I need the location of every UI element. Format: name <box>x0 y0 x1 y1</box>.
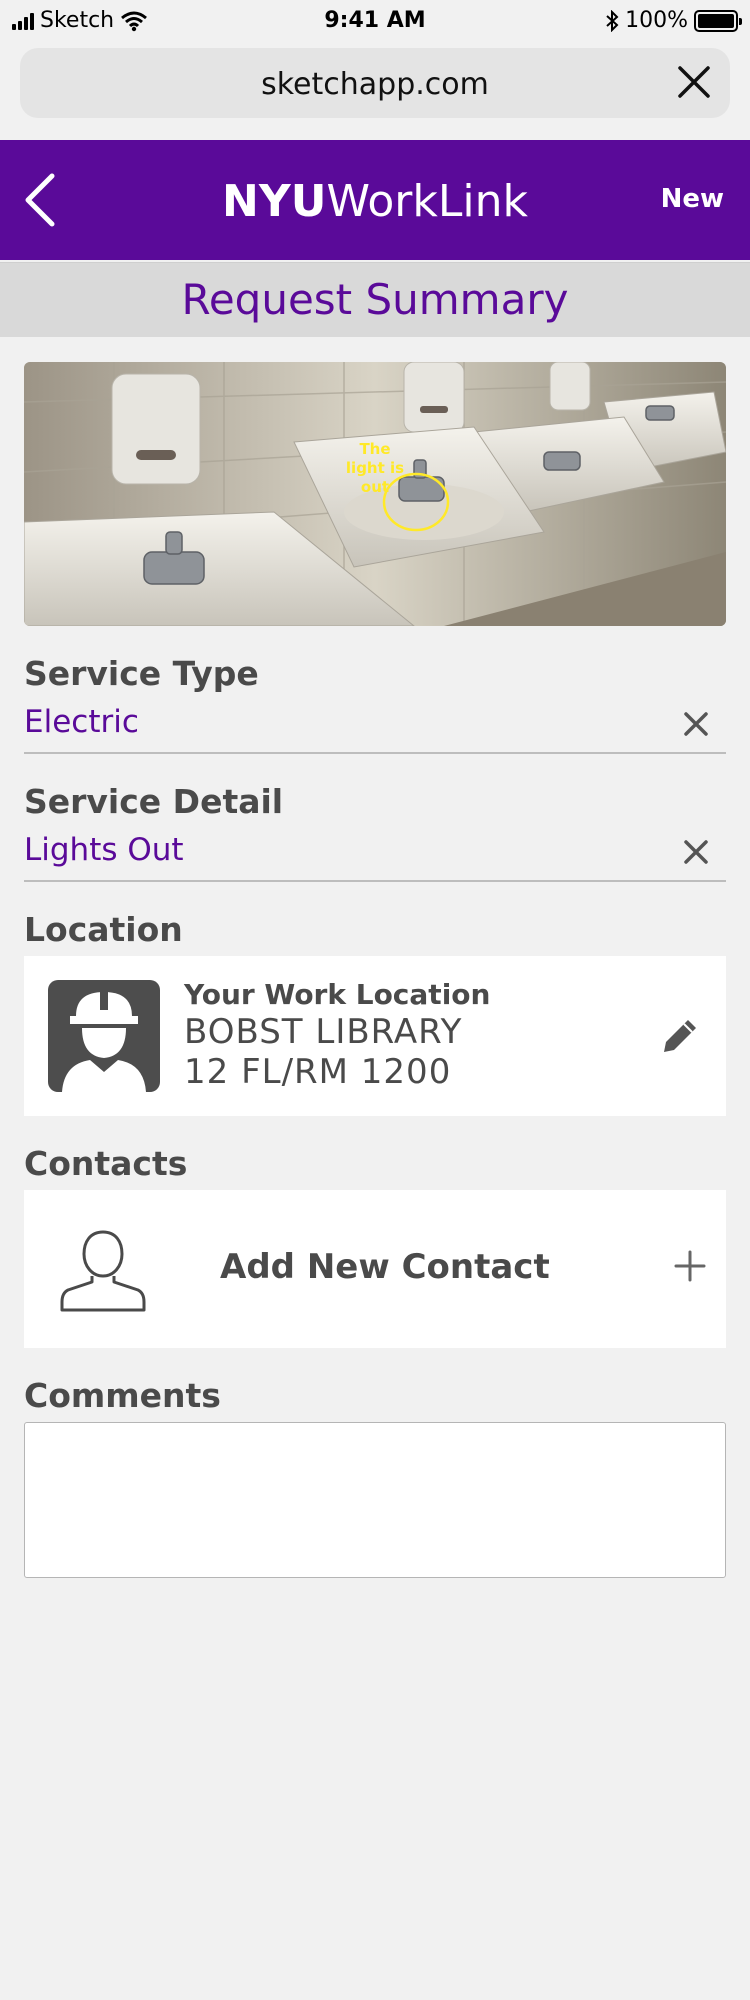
clear-service-detail-icon[interactable] <box>682 838 710 866</box>
add-new-contact-label: Add New Contact <box>220 1247 550 1287</box>
app-header: NYUWorkLink New <box>0 140 750 260</box>
location-building: BOBST LIBRARY <box>184 1012 463 1052</box>
worker-hardhat-icon <box>48 980 160 1092</box>
title-bar: Request Summary <box>0 262 750 337</box>
add-contact-card[interactable]: Add New Contact <box>24 1190 726 1348</box>
divider <box>24 752 726 754</box>
app-logo: NYUWorkLink <box>0 176 750 227</box>
service-type-label: Service Type <box>24 654 259 693</box>
page-title: Request Summary <box>181 275 569 324</box>
brand-bold: NYU <box>222 176 327 227</box>
bluetooth-icon <box>606 9 619 32</box>
service-type-value[interactable]: Electric <box>24 704 139 740</box>
location-card[interactable]: Your Work Location BOBST LIBRARY 12 FL/R… <box>24 956 726 1116</box>
person-outline-icon <box>60 1230 146 1312</box>
status-bar: Sketch 9:41 AM 100% <box>0 0 750 44</box>
new-button[interactable]: New <box>661 184 724 214</box>
comments-textarea[interactable] <box>24 1422 726 1578</box>
clear-service-type-icon[interactable] <box>682 710 710 738</box>
location-card-title: Your Work Location <box>184 978 491 1011</box>
brand-rest: WorkLink <box>326 176 528 227</box>
location-room: 12 FL/RM 1200 <box>184 1052 452 1092</box>
battery-percent: 100% <box>625 8 688 33</box>
plus-icon[interactable] <box>672 1248 708 1284</box>
photo-annotation: The light is out <box>345 440 405 496</box>
service-detail-value[interactable]: Lights Out <box>24 832 184 868</box>
contacts-label: Contacts <box>24 1144 188 1183</box>
battery-icon <box>694 9 742 32</box>
request-photo[interactable]: The light is out <box>24 362 726 626</box>
battery-group: 100% <box>605 8 742 33</box>
location-label: Location <box>24 910 183 949</box>
service-detail-label: Service Detail <box>24 782 284 821</box>
close-icon[interactable] <box>676 64 712 100</box>
url-bar[interactable]: sketchapp.com <box>20 48 730 118</box>
url-text: sketchapp.com <box>261 67 489 102</box>
pencil-edit-icon[interactable] <box>658 1014 702 1058</box>
divider <box>24 880 726 882</box>
comments-label: Comments <box>24 1376 221 1415</box>
